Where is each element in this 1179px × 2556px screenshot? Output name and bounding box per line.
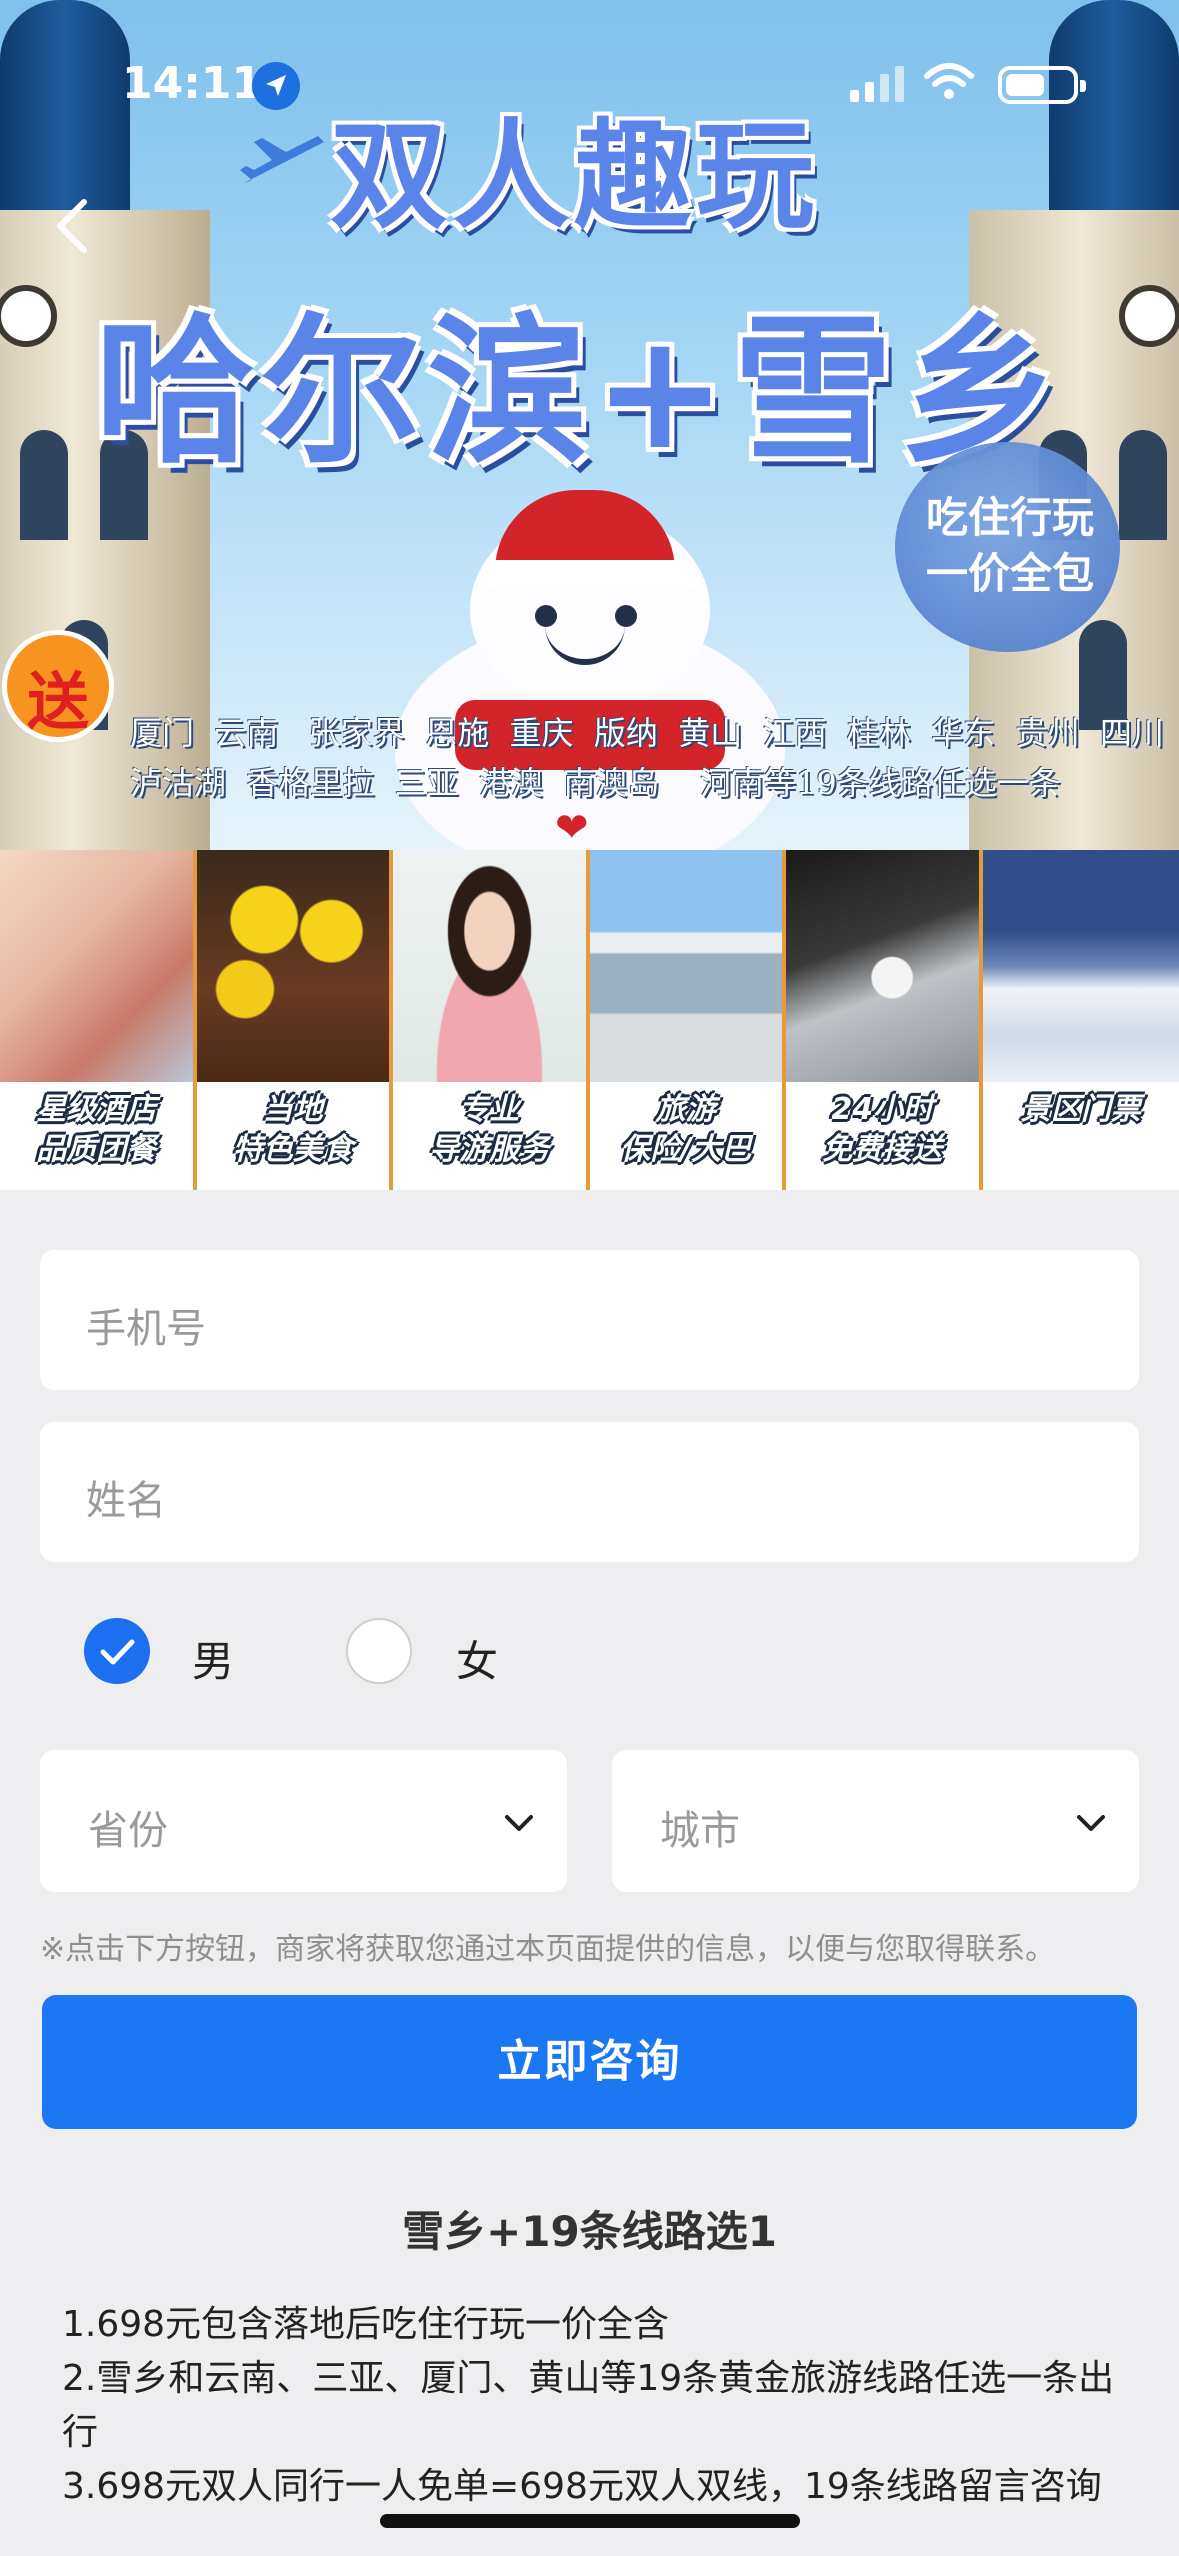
chevron-down-icon xyxy=(1077,1815,1105,1831)
routes-line1: 厦门 云南 张家界 恩施 重庆 版纳 黄山 江西 桂林 华东 贵州 四川 xyxy=(130,714,1164,752)
badge-line2: 一价全包 xyxy=(925,549,1094,598)
name-placeholder: 姓名 xyxy=(86,1478,166,1524)
details-title: 雪乡+19条线路选1 xyxy=(402,2207,777,2256)
home-indicator[interactable] xyxy=(380,2514,800,2528)
phone-field[interactable]: 手机号 xyxy=(40,1250,1139,1390)
feature-label: 特色美食 xyxy=(232,1132,353,1167)
details-item: 1.698元包含落地后吃住行玩一价全含 xyxy=(62,2304,670,2345)
phone-placeholder: 手机号 xyxy=(86,1306,206,1352)
city-placeholder: 城市 xyxy=(660,1808,740,1854)
badge-line1: 吃住行玩 xyxy=(925,493,1094,542)
feature-food: 当地 特色美食 xyxy=(196,850,393,1190)
checkmark-icon xyxy=(100,1639,135,1665)
cellular-signal-icon xyxy=(850,66,906,106)
back-arrow-icon[interactable] xyxy=(48,196,108,256)
female-radio[interactable] xyxy=(346,1618,412,1684)
tour-bus-image xyxy=(589,850,782,1082)
feature-label: 保险/大巴 xyxy=(620,1132,752,1167)
location-arrow-icon xyxy=(252,62,300,110)
province-select[interactable]: 省份 xyxy=(40,1750,567,1892)
feature-label: 导游服务 xyxy=(429,1132,550,1167)
city-select[interactable]: 城市 xyxy=(612,1750,1139,1892)
feature-bus: 旅游保险/大巴 xyxy=(589,850,786,1190)
feature-guide: 专业 导游服务 xyxy=(393,850,590,1190)
routes-list: 厦门 云南 张家界 恩施 重庆 版纳 黄山 江西 桂林 华东 贵州 四川 泸沽湖… xyxy=(130,708,1170,808)
hotel-room-image xyxy=(0,850,193,1082)
details-item: 3.698元双人同行一人免单=698元双人双线，19条线路留言咨询 xyxy=(62,2466,1102,2507)
name-field[interactable]: 姓名 xyxy=(40,1422,1139,1562)
feature-transfer: 24小时免费接送 xyxy=(786,850,983,1190)
feature-hotel: 星级酒店 品质团餐 xyxy=(0,850,197,1190)
feature-label: 免费接送 xyxy=(822,1132,943,1167)
female-label: 女 xyxy=(456,1637,499,1686)
feature-strip: 星级酒店 品质团餐 当地 特色美食 专业 导游服务 旅游 保险/大巴 24小时 免费接送 … xyxy=(0,850,1179,1190)
hero-headline: 双人趣玩 xyxy=(330,107,819,245)
feature-label: 专业 xyxy=(459,1092,520,1127)
province-placeholder: 省份 xyxy=(88,1808,168,1854)
male-radio[interactable] xyxy=(84,1618,150,1684)
chevron-down-icon xyxy=(505,1815,533,1831)
feature-label: 星级酒店 xyxy=(36,1092,157,1127)
feature-label: 品质团餐 xyxy=(36,1132,157,1167)
gift-badge: 送 xyxy=(2,630,114,742)
battery-icon xyxy=(998,66,1086,104)
heart-icon: ❤ xyxy=(555,805,589,850)
status-time: 14:11 xyxy=(122,58,263,109)
gift-badge-label: 送 xyxy=(26,665,89,738)
feature-label: 旅游 xyxy=(655,1092,716,1127)
wifi-icon xyxy=(924,62,974,106)
feature-label: 24小时 xyxy=(831,1092,934,1127)
hero-destination-title: 哈尔滨+雪乡 xyxy=(95,298,1066,485)
consult-button[interactable]: 立即咨询 xyxy=(42,1995,1137,2129)
privacy-notice: ※点击下方按钮，商家将获取您通过本页面提供的信息，以便与您取得联系。 xyxy=(40,1932,1056,1967)
feature-tickets: 景区门票 xyxy=(982,850,1179,1190)
gender-selector: 男 女 xyxy=(0,1618,1179,1688)
airplane-icon xyxy=(238,128,328,212)
tour-guide-image xyxy=(393,850,586,1082)
feature-label: 景区门票 xyxy=(1020,1092,1141,1127)
details-item: 2.雪乡和云南、三亚、厦门、黄山等19条黄金旅游线路任选一条出行 xyxy=(62,2358,1115,2453)
local-food-image xyxy=(196,850,389,1082)
car-door-image xyxy=(786,850,979,1082)
hero-banner: 14:11 双人趣玩 哈尔滨+雪乡 ❤ 吃住行玩 一价全包 送 厦门 云南 张家… xyxy=(0,0,1179,850)
snow-village-image xyxy=(982,850,1179,1082)
male-label: 男 xyxy=(192,1637,235,1686)
routes-line2: 泸沽湖 香格里拉 三亚 港澳 南澳岛 河南等19条线路任选一条 xyxy=(130,764,1061,802)
feature-label: 当地 xyxy=(262,1092,323,1127)
details-list: 1.698元包含落地后吃住行玩一价全含 2.雪乡和云南、三亚、厦门、黄山等19条… xyxy=(62,2298,1142,2514)
